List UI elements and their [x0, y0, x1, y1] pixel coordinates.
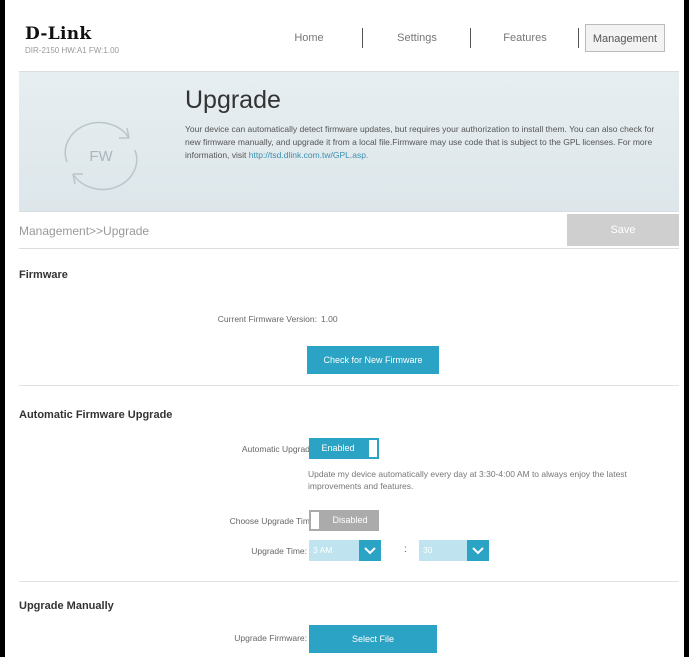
gpl-link[interactable]: http://tsd.dlink.com.tw/GPL.asp.: [249, 150, 369, 160]
minute-select[interactable]: 30: [419, 540, 489, 561]
dlink-logo[interactable]: D-Link: [25, 24, 91, 44]
nav-features[interactable]: Features: [471, 24, 579, 52]
router-page: D-Link DIR-2150 HW:A1 FW:1.00 Home Setti…: [19, 16, 679, 657]
upgrade-firmware-label: Upgrade Firmware:: [234, 633, 307, 643]
check-firmware-button[interactable]: Check for New Firmware: [307, 346, 439, 374]
right-border: [684, 0, 689, 657]
page-title: Upgrade: [185, 86, 281, 114]
save-button[interactable]: Save: [567, 214, 679, 246]
nav-home[interactable]: Home: [255, 24, 363, 52]
toggle-knob: [367, 438, 379, 459]
nav-settings[interactable]: Settings: [363, 24, 471, 52]
choose-time-label: Choose Upgrade Time:: [229, 516, 317, 526]
nav-home-label: Home: [294, 32, 324, 44]
chevron-down-icon: [467, 540, 489, 561]
time-separator: :: [404, 544, 407, 555]
breadcrumb: Management>>Upgrade: [19, 224, 150, 238]
auto-upgrade-section-title: Automatic Firmware Upgrade: [19, 409, 173, 421]
auto-upgrade-toggle[interactable]: Enabled: [309, 438, 379, 459]
upgrade-time-label: Upgrade Time:: [251, 546, 307, 556]
nav-features-label: Features: [503, 32, 547, 44]
firmware-icon: FW: [64, 121, 138, 191]
hour-select[interactable]: 3 AM: [309, 540, 381, 561]
choose-time-toggle[interactable]: Disabled: [309, 510, 379, 531]
manual-upgrade-section-title: Upgrade Manually: [19, 600, 114, 612]
nav-management-label: Management: [592, 33, 658, 45]
nav-separator: [578, 28, 579, 48]
toggle-knob: [309, 510, 321, 531]
nav-management[interactable]: Management: [585, 24, 665, 52]
minute-value: 30: [423, 545, 433, 555]
left-border: [0, 0, 5, 657]
nav-settings-label: Settings: [397, 32, 437, 44]
auto-upgrade-note: Update my device automatically every day…: [308, 469, 627, 491]
hero-banner: FW Upgrade Your device can automatically…: [19, 72, 679, 212]
top-header: D-Link DIR-2150 HW:A1 FW:1.00 Home Setti…: [19, 16, 679, 72]
auto-upgrade-label: Automatic Upgrade:: [241, 444, 317, 454]
section-divider: [19, 385, 679, 386]
main-nav: Home Settings Features Management: [255, 24, 665, 52]
breadcrumb-bar: Management>>Upgrade Save: [19, 212, 679, 249]
choose-time-state: Disabled: [321, 510, 379, 531]
firmware-icon-label: FW: [89, 148, 113, 165]
auto-upgrade-state: Enabled: [309, 438, 367, 459]
model-info: DIR-2150 HW:A1 FW:1.00: [25, 46, 119, 55]
firmware-section-title: Firmware: [19, 269, 68, 281]
section-divider: [19, 581, 679, 582]
current-firmware-value: 1.00: [321, 314, 338, 324]
hero-description: Your device can automatically detect fir…: [185, 123, 665, 162]
chevron-down-icon: [359, 540, 381, 561]
current-firmware-label: Current Firmware Version:: [217, 314, 317, 324]
hour-value: 3 AM: [313, 545, 333, 555]
select-file-button[interactable]: Select File: [309, 625, 437, 653]
